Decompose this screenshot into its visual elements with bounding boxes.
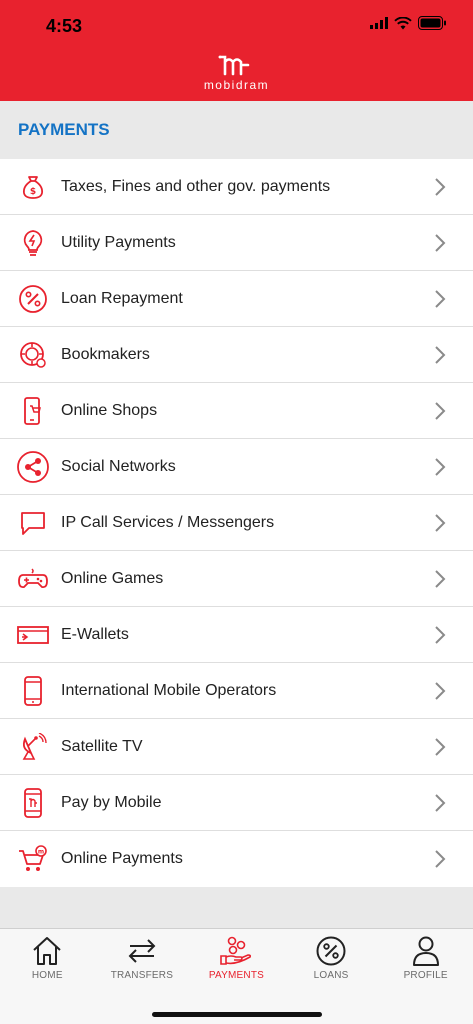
person-icon <box>412 936 439 966</box>
list-item-label: Taxes, Fines and other gov. payments <box>61 177 331 195</box>
percent-circle-icon <box>316 936 346 966</box>
battery-icon <box>418 16 446 30</box>
money-bag-icon: $ <box>16 170 50 204</box>
tab-home[interactable]: HOME <box>0 929 95 993</box>
logo-mark-icon <box>218 55 249 76</box>
list-item-satellite[interactable]: Satellite TV <box>0 719 473 775</box>
tab-label: HOME <box>31 970 63 981</box>
tab-loans[interactable]: LOANS <box>284 929 379 993</box>
list-item-label: Online Payments <box>61 850 183 867</box>
chevron-right-icon <box>435 793 446 812</box>
chevron-right-icon <box>435 289 446 308</box>
list-item-label: Satellite TV <box>61 737 143 755</box>
chevron-right-icon <box>435 401 446 420</box>
chevron-right-icon <box>435 569 446 588</box>
status-icons <box>370 16 447 30</box>
tab-profile[interactable]: PROFILE <box>378 929 473 993</box>
tab-payments[interactable]: PAYMENTS <box>189 929 284 993</box>
tab-label: LOANS <box>313 970 349 981</box>
list-item-utility[interactable]: Utility Payments <box>0 215 473 271</box>
chevron-right-icon <box>435 177 446 196</box>
tab-label: PAYMENTS <box>208 970 265 981</box>
list-item-ewallets[interactable]: E-Wallets <box>0 607 473 663</box>
phone-cart-icon <box>16 394 50 428</box>
mobile-phone-icon <box>16 674 50 708</box>
transfer-arrows-icon <box>128 939 156 963</box>
list-item-messengers[interactable]: IP Call Services / Messengers <box>0 495 473 551</box>
status-time: 4:53 <box>46 16 83 36</box>
chevron-right-icon <box>435 457 446 476</box>
list-item-label: Utility Payments <box>61 233 176 251</box>
chevron-right-icon <box>435 681 446 700</box>
list-item-label: Pay by Mobile <box>61 793 162 811</box>
list-item-loan[interactable]: Loan Repayment <box>0 271 473 327</box>
list-item-label: E-Wallets <box>61 625 129 643</box>
chevron-right-icon <box>435 233 446 252</box>
mobidram-logo: mobidram <box>0 54 473 92</box>
list-item-intl-mobile[interactable]: International Mobile Operators <box>0 663 473 719</box>
signal-icon <box>370 17 388 29</box>
list-item-online-shops[interactable]: Online Shops <box>0 383 473 439</box>
tab-label: PROFILE <box>403 970 448 981</box>
cart-icon: m <box>16 842 50 876</box>
page-title: PAYMENTS <box>18 120 110 139</box>
list-item-taxes[interactable]: $ Taxes, Fines and other gov. payments <box>0 159 473 215</box>
share-icon <box>16 450 50 484</box>
satellite-dish-icon <box>16 730 50 764</box>
payments-hand-icon <box>220 936 252 965</box>
list-item-bookmakers[interactable]: Bookmakers <box>0 327 473 383</box>
lightbulb-icon <box>16 226 50 260</box>
chevron-right-icon <box>435 625 446 644</box>
wallet-icon <box>16 618 50 652</box>
svg-text:$: $ <box>30 187 36 197</box>
tab-label: TRANSFERS <box>110 970 174 981</box>
gamepad-icon <box>16 562 50 596</box>
chevron-right-icon <box>435 737 446 756</box>
mobile-m-icon <box>16 786 50 820</box>
list-item-label: IP Call Services / Messengers <box>61 513 275 531</box>
percent-circle-icon <box>16 282 50 316</box>
chevron-right-icon <box>435 850 446 868</box>
app-header: 4:53 mobidram <box>0 0 473 101</box>
list-item-pay-by-mobile[interactable]: Pay by Mobile <box>0 775 473 831</box>
tab-transfers[interactable]: TRANSFERS <box>95 929 190 993</box>
logo-text: mobidram <box>203 78 270 92</box>
list-item-label: Online Games <box>61 569 164 587</box>
bottom-tab-bar: HOME TRANSFERS PAYMENTS LOANS PROFILE <box>0 928 473 1024</box>
home-icon <box>33 937 61 965</box>
list-item-label: Online Shops <box>61 401 158 419</box>
list-item-games[interactable]: Online Games <box>0 551 473 607</box>
svg-text:m: m <box>38 849 44 856</box>
chevron-right-icon <box>435 345 446 364</box>
list-item-label: International Mobile Operators <box>61 681 277 699</box>
payments-list: $ Taxes, Fines and other gov. payments U… <box>0 159 473 887</box>
list-item-label: Loan Repayment <box>61 289 183 307</box>
home-indicator <box>152 1012 322 1017</box>
list-item-online-payments[interactable]: m Online Payments <box>0 831 473 887</box>
list-item-label: Social Networks <box>61 457 176 475</box>
list-item-social[interactable]: Social Networks <box>0 439 473 495</box>
chevron-right-icon <box>435 513 446 532</box>
wifi-icon <box>394 16 412 29</box>
chip-icon <box>16 338 50 372</box>
list-item-label: Bookmakers <box>61 345 150 363</box>
chat-icon <box>16 506 50 540</box>
